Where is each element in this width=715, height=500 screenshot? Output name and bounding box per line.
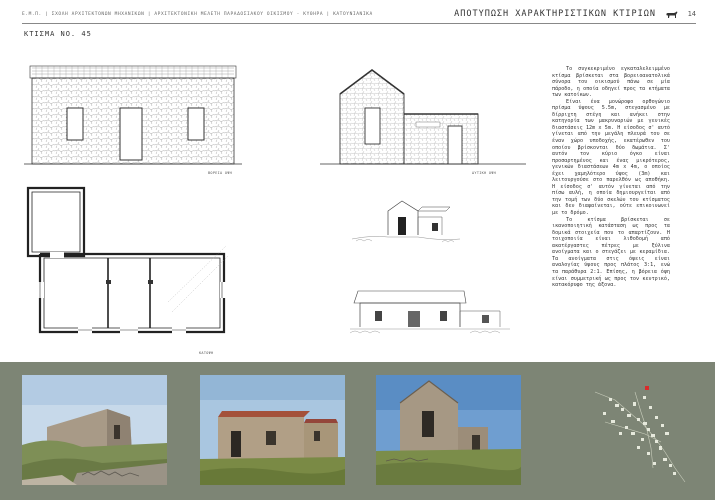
photo-west-facade xyxy=(376,375,521,485)
page-number: 14 xyxy=(687,10,696,18)
building-description: Το συγκεκριμένο εγκαταλελειμμένο κτίσμα … xyxy=(552,66,670,289)
page-header: Ε.Μ.Π. | ΣΧΟΛΗ ΑΡΧΙΤΕΚΤΟΝΩΝ ΜΗΧΑΝΙΚΩΝ | … xyxy=(22,8,696,24)
north-facade-drawing xyxy=(24,65,242,165)
photo-strip xyxy=(0,362,715,500)
floor-plan-drawing xyxy=(26,186,229,334)
location-marker-icon xyxy=(645,386,649,390)
section-title: ΑΠΟΤΥΠΩΣΗ ΧΑΡΑΚΤΗΡΙΣΤΙΚΩΝ ΚΤΙΡΙΩΝ xyxy=(454,9,656,19)
west-facade-label: ΔΥΤΙΚΗ ΟΨΗ xyxy=(472,171,497,175)
perspective-sketch-1 xyxy=(352,200,460,243)
description-paragraph-1: Το συγκεκριμένο εγκαταλελειμμένο κτίσμα … xyxy=(552,66,670,99)
photo-west-side xyxy=(22,375,167,485)
west-facade-drawing xyxy=(320,69,526,165)
goat-icon xyxy=(666,11,678,18)
north-facade-label: ΒΟΡΕΙΑ ΟΨΗ xyxy=(208,171,233,175)
header-breadcrumb: Ε.Μ.Π. | ΣΧΟΛΗ ΑΡΧΙΤΕΚΤΟΝΩΝ ΜΗΧΑΝΙΚΩΝ | … xyxy=(22,12,373,17)
photo-north-facade xyxy=(200,375,345,485)
description-paragraph-2: Είναι ένα μονώροφο ορθογώνιο πρίσμα ύψου… xyxy=(552,98,670,217)
header-rule xyxy=(22,23,696,24)
perspective-sketch-2 xyxy=(350,290,510,334)
description-paragraph-3: Το κτίσμα βρίσκεται σε ικανοποιητική κατ… xyxy=(552,216,670,289)
building-title: ΚΤΙΣΜΑ ΝΟ. 45 xyxy=(24,30,92,38)
site-location-map xyxy=(594,386,686,483)
plan-label: ΚΑΤΟΨΗ xyxy=(199,351,214,355)
